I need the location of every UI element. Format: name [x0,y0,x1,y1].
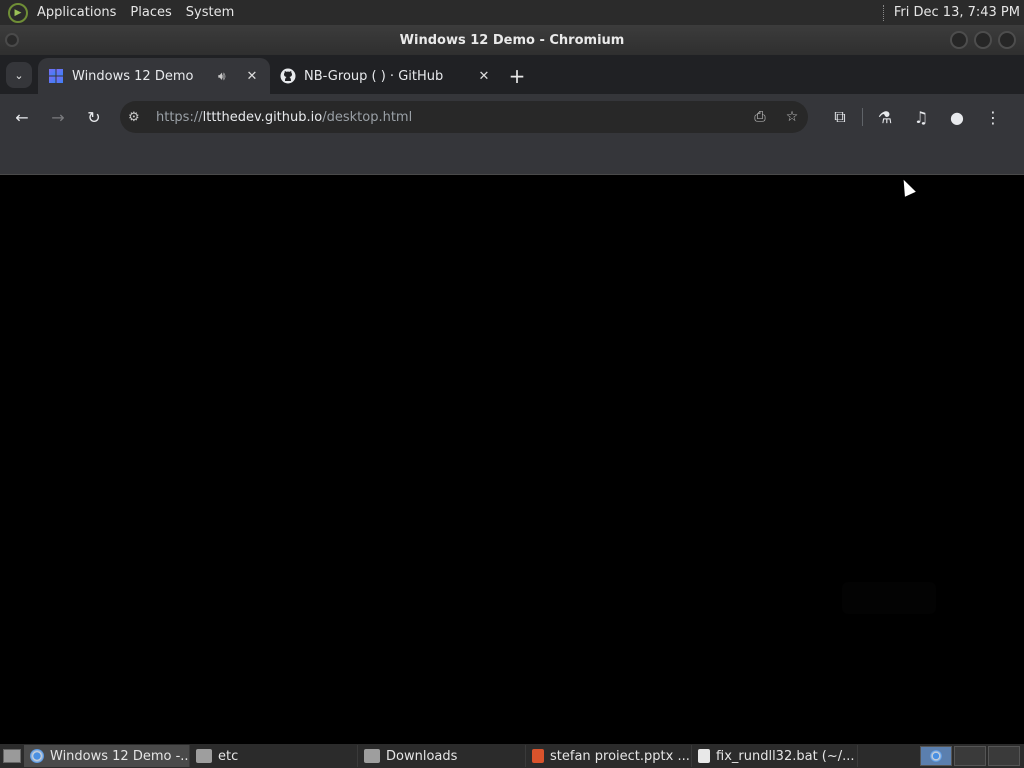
close-tab-icon[interactable]: ✕ [476,69,492,84]
show-desktop-button[interactable] [0,745,24,767]
url-scheme: https:// [156,109,203,125]
media-controls-button[interactable]: ♫ [903,99,939,135]
taskbar-item-label: stefan proiect.pptx ... [550,748,690,764]
flask-icon: ⚗ [877,107,893,127]
menu-places[interactable]: Places [123,0,178,25]
reload-icon: ↻ [87,107,101,127]
presentation-icon [532,749,544,763]
url-path: /desktop.html [322,109,413,125]
bottom-panel: Windows 12 Demo -... etc Downloads stefa… [0,744,1024,768]
new-tab-button[interactable]: + [502,58,532,94]
kebab-menu-icon: ⋮ [985,107,1001,127]
address-bar[interactable]: ⚙︎ https://lttthedev.github.io/desktop.h… [120,101,808,133]
top-panel: ▶ Applications Places System Fri Dec 13,… [0,0,1024,25]
install-app-icon[interactable]: ⎙ [744,109,776,125]
distro-logo-icon[interactable]: ▶ [8,2,28,23]
tab-github[interactable]: NB-Group ( ) · GitHub ✕ [270,58,502,94]
taskbar-item-downloads[interactable]: Downloads [358,745,526,767]
back-button[interactable]: ← [4,99,40,135]
toolbar-divider [862,108,863,126]
workspace-2[interactable] [954,746,986,766]
window-title: Windows 12 Demo - Chromium [399,32,625,48]
window-controls [950,31,1016,49]
extensions-button[interactable]: ⧉ [822,99,858,135]
taskbar-item-label: Windows 12 Demo -... [50,748,190,764]
github-icon [280,68,296,84]
windows12-logo-icon [48,68,64,84]
tab-windows-12-demo[interactable]: Windows 12 Demo 🔊︎ ✕ [38,58,270,94]
main-menu: ▶ Applications Places System [0,0,241,25]
taskbar-item-label: etc [218,748,239,764]
page-element [842,582,936,614]
bookmark-star-icon[interactable]: ☆ [776,109,808,125]
url-text[interactable]: https://lttthedev.github.io/desktop.html [150,110,744,125]
media-queue-icon: ♫ [913,107,929,127]
tab-strip: ⌄ Windows 12 Demo 🔊︎ ✕ NB-Group ( ) · Gi… [0,55,1024,94]
speaker-icon[interactable]: 🔊︎ [218,69,234,84]
arrow-right-icon: → [51,107,65,127]
chromium-icon [930,750,942,762]
workspace-1[interactable] [920,746,952,766]
page-content[interactable] [0,175,1024,744]
clock-text: Fri Dec 13, 7:43 PM [893,5,1020,20]
menu-button[interactable]: ⋮ [975,99,1011,135]
tab-title: Windows 12 Demo [72,68,194,84]
chromium-icon [30,749,44,763]
maximize-button[interactable] [974,31,992,49]
menu-system[interactable]: System [179,0,241,25]
forward-button[interactable]: → [40,99,76,135]
close-window-button[interactable] [998,31,1016,49]
labs-button[interactable]: ⚗ [867,99,903,135]
reload-button[interactable]: ↻ [76,99,112,135]
taskbar-item-label: Downloads [386,748,458,764]
taskbar-item-etc[interactable]: etc [190,745,358,767]
panel-grip-icon [882,4,886,21]
chevron-down-icon: ⌄ [14,68,24,82]
desktop-icon [3,749,21,763]
arrow-left-icon: ← [15,107,29,127]
url-host: lttthedev.github.io [202,109,323,125]
browser-toolbar: ← → ↻ ⚙︎ https://lttthedev.github.io/des… [0,94,1024,140]
profile-button[interactable]: ● [939,99,975,135]
folder-icon [196,749,212,763]
taskbar-item-text-editor[interactable]: fix_rundll32.bat (~/... [692,745,858,767]
bookmark-bar [0,140,1024,175]
tab-search-button[interactable]: ⌄ [6,62,32,88]
site-info-icon[interactable]: ⚙︎ [120,110,150,125]
window-titlebar[interactable]: Windows 12 Demo - Chromium [0,25,1024,55]
minimize-button[interactable] [950,31,968,49]
folder-icon [364,749,380,763]
text-editor-icon [698,749,710,763]
tab-title: NB-Group ( ) · GitHub [304,68,444,84]
menu-applications[interactable]: Applications [30,0,123,25]
person-icon: ● [950,107,964,127]
taskbar-item-label: fix_rundll32.bat (~/... [716,748,855,764]
clock[interactable]: Fri Dec 13, 7:43 PM [882,4,1024,21]
puzzle-icon: ⧉ [834,107,846,126]
taskbar-item-presentation[interactable]: stefan proiect.pptx ... [526,745,692,767]
close-tab-icon[interactable]: ✕ [244,69,260,84]
workspace-3[interactable] [988,746,1020,766]
window-menu-button[interactable] [5,33,19,47]
taskbar-item-chromium[interactable]: Windows 12 Demo -... [24,745,190,767]
workspace-switcher [920,746,1020,766]
plus-icon: + [508,64,526,88]
